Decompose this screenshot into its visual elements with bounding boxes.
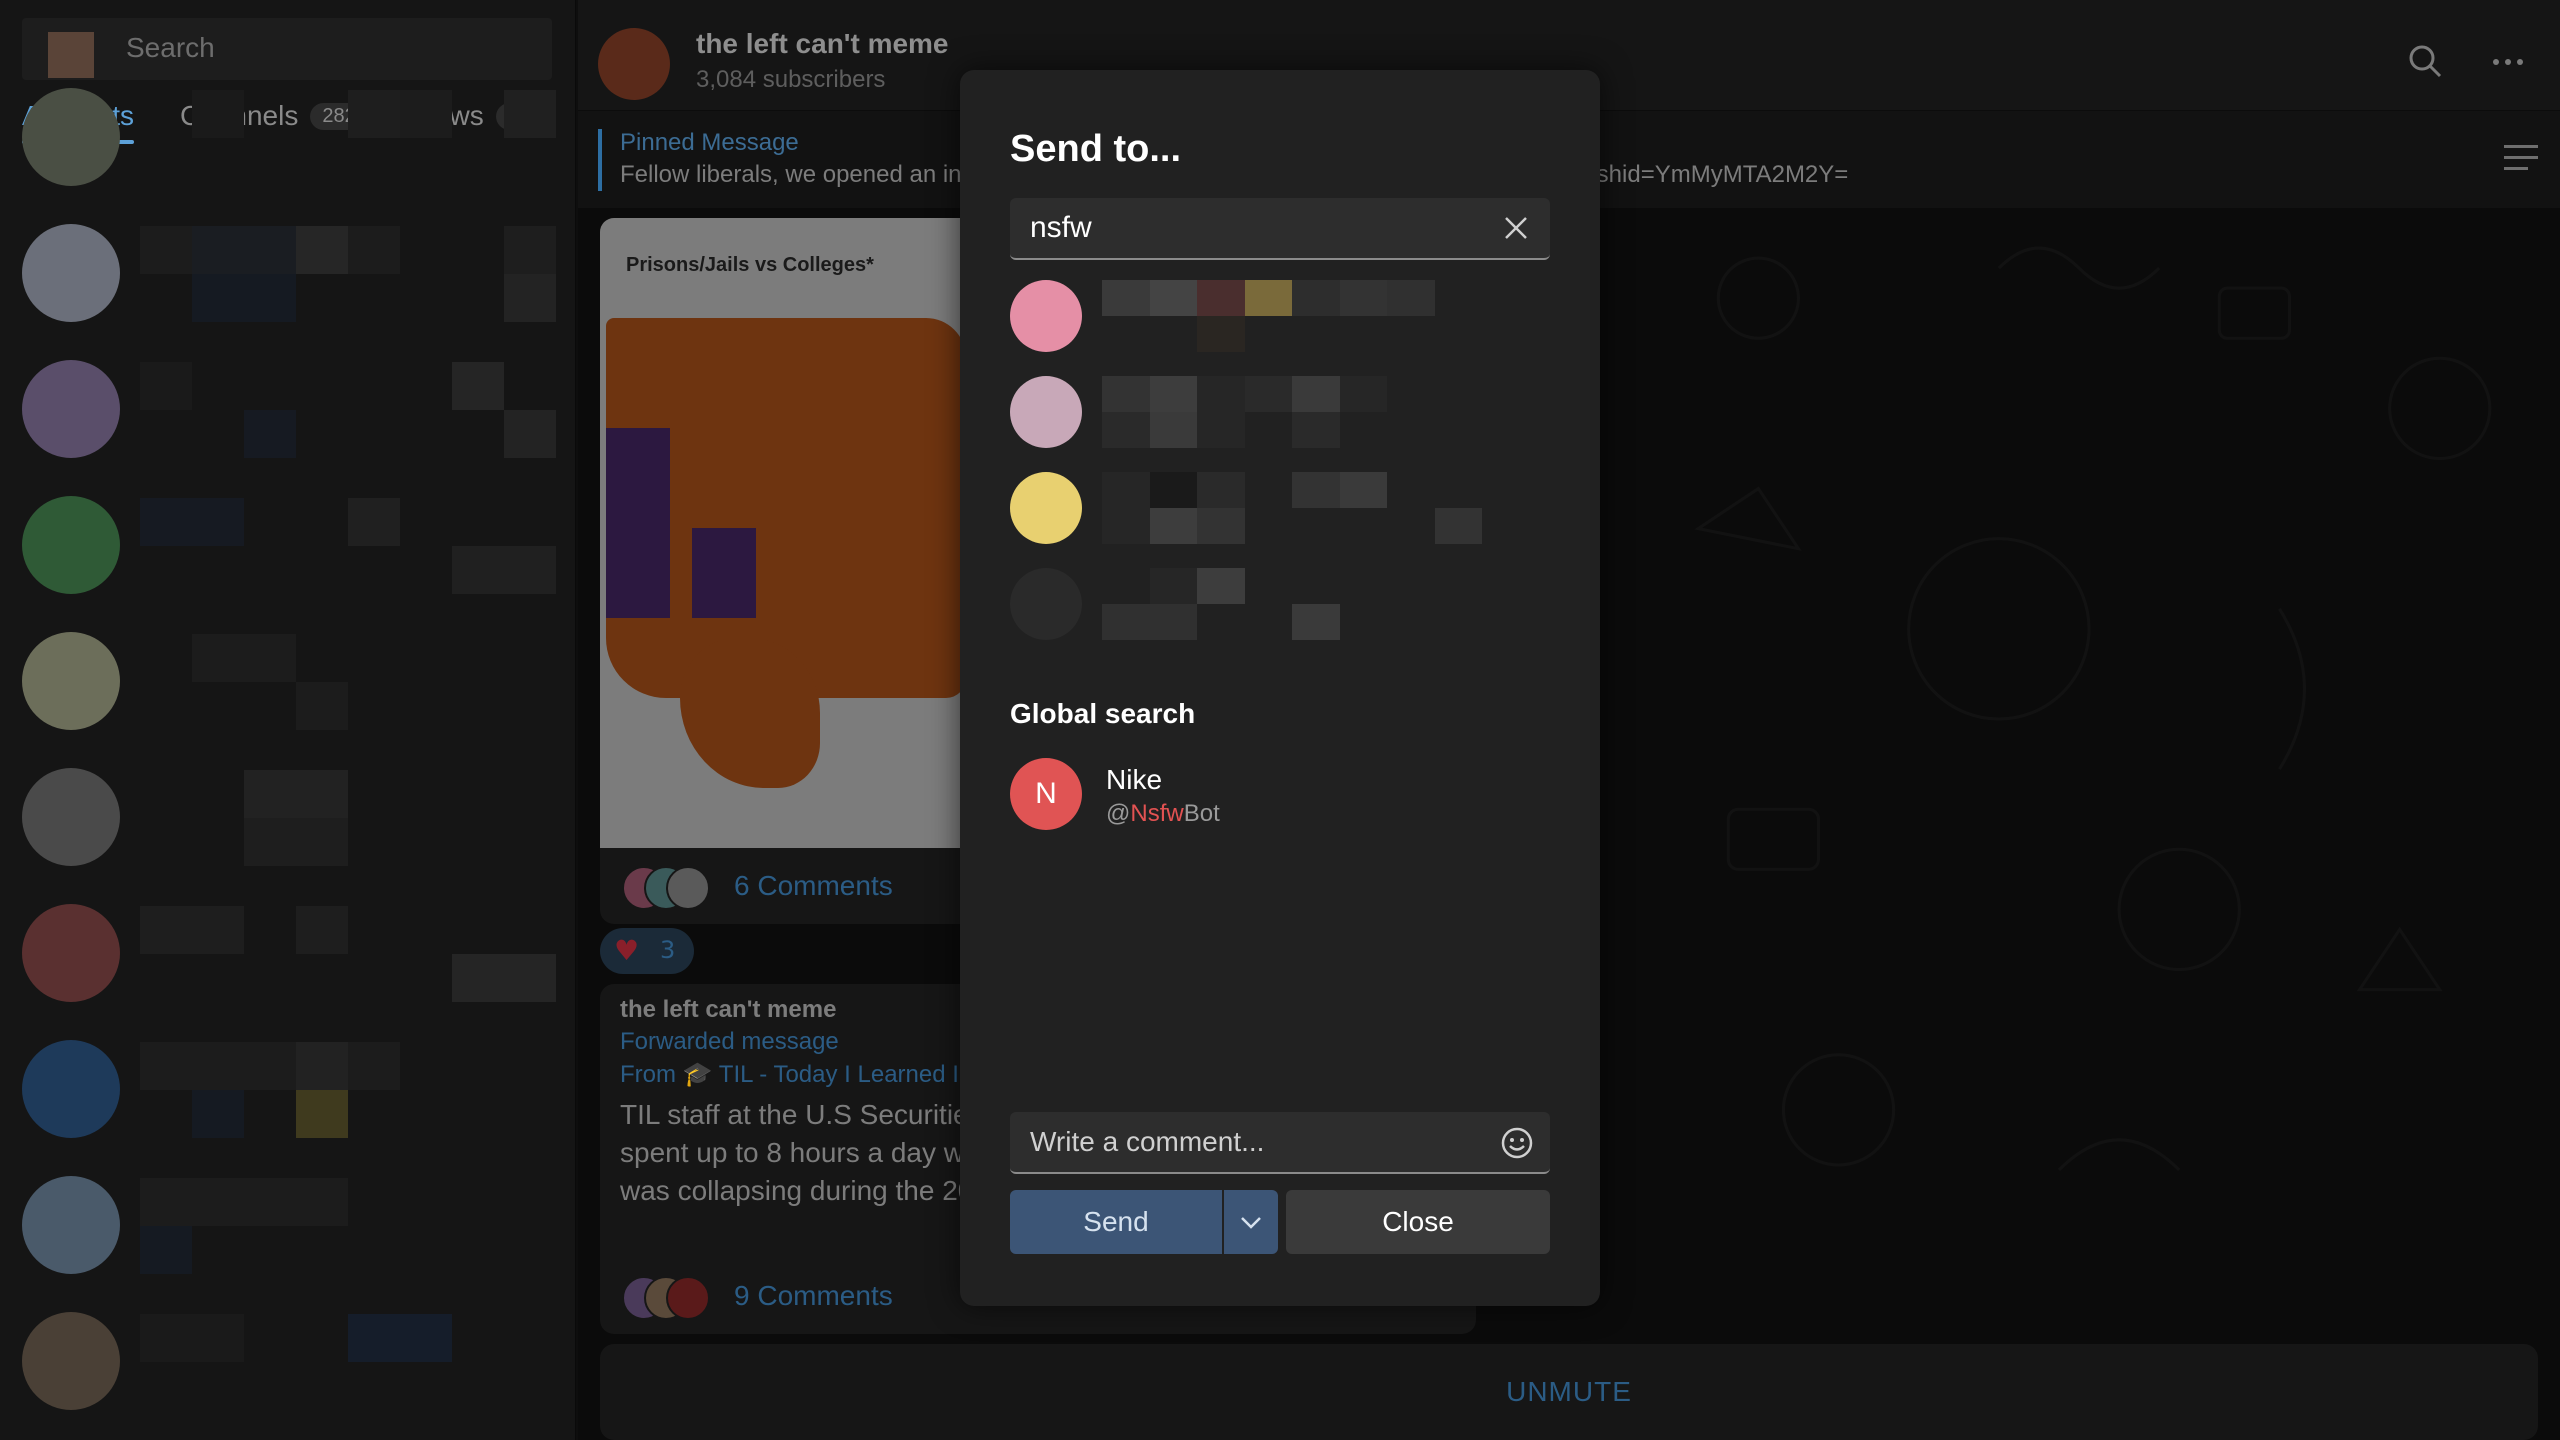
close-button[interactable]: Close [1286,1190,1550,1254]
search-result-item[interactable] [1010,280,1510,376]
reaction-chip[interactable]: ♥ 3 [600,928,694,974]
username-prefix: @ [1106,800,1131,827]
chat-list-item[interactable] [0,206,576,342]
comments-count: 6 Comments [734,870,893,901]
redacted-preview [140,90,556,186]
send-button[interactable]: Send [1010,1190,1222,1254]
redacted-preview [140,1178,556,1274]
map-shape-az [692,528,756,618]
pinned-text-overflow: igshid=YmMyMTA2M2Y= [1578,161,1849,188]
more-options-icon[interactable] [2488,42,2528,82]
result-name: Nike [1106,764,1163,795]
unmute-button[interactable]: UNMUTE [600,1344,2538,1440]
send-to-dialog: Send to... Global search N Nike @NsfwBot [960,70,1600,1306]
emoji-icon[interactable] [1500,1126,1534,1160]
pinned-text: Fellow liberals, we opened an ins [620,161,974,188]
subscriber-count: 3,084 subscribers [696,66,886,93]
redacted-preview [140,634,556,730]
close-icon[interactable] [1502,214,1530,242]
result-avatar [1010,472,1082,544]
redacted-name [1102,472,1482,544]
chat-avatar [22,904,120,1002]
pinned-indicator [598,129,602,191]
chat-list-item[interactable] [0,342,576,478]
comments-count: 9 Comments [734,1280,893,1311]
dialog-title: Send to... [1010,128,1181,170]
comment-box [1010,1112,1550,1174]
pinned-title: Pinned Message [620,129,799,156]
forwarded-from[interactable]: From 🎓 TIL - Today I Learned I [620,1060,959,1089]
chat-avatar [22,1312,120,1410]
username-match: Nsfw [1130,800,1184,827]
heart-icon: ♥ [614,934,640,967]
redacted-preview [140,362,556,458]
commenter-avatars [622,1276,712,1320]
search-result-item[interactable] [1010,568,1510,664]
redacted-name [1102,280,1482,352]
redacted-preview [140,226,556,322]
redacted-preview [140,1314,556,1410]
chevron-down-icon [1241,1217,1261,1229]
forwarded-label: Forwarded message [620,1028,839,1055]
comment-input[interactable] [1030,1122,1470,1162]
redacted-preview [140,906,556,1002]
chat-avatar [22,632,120,730]
global-search-heading: Global search [1010,698,1196,729]
chat-avatar [22,88,120,186]
pinned-list-icon[interactable] [2504,145,2538,175]
recipient-search [1010,198,1550,260]
chat-list [0,88,576,1430]
chat-avatar [22,1176,120,1274]
chat-avatar [22,1040,120,1138]
chat-list-item[interactable] [0,70,576,206]
chat-list-item[interactable] [0,478,576,614]
recipient-search-input[interactable] [1030,208,1470,248]
telegram-window: Search All Chats Channels 282 News 56 [0,0,2560,1440]
redacted-preview [140,498,556,594]
result-avatar [1010,568,1082,640]
result-avatar-initial: N [1010,758,1082,830]
send-options-button[interactable] [1224,1190,1278,1254]
channel-name[interactable]: the left can't meme [696,28,949,60]
post-author: the left can't meme [620,996,837,1023]
search-icon[interactable] [2406,42,2446,82]
chat-sidebar: Search All Chats Channels 282 News 56 [0,0,576,1440]
sidebar-search-placeholder: Search [126,32,215,63]
result-username: @NsfwBot [1106,800,1220,828]
chat-list-item[interactable] [0,750,576,886]
global-search-result[interactable]: N Nike @NsfwBot [1010,758,1410,834]
chat-list-item[interactable] [0,1294,576,1430]
chat-avatar [22,360,120,458]
reaction-count: 3 [660,936,676,964]
result-avatar [1010,280,1082,352]
result-avatar [1010,376,1082,448]
unmute-label: UNMUTE [1506,1376,1632,1407]
map-shape-ak [680,638,820,788]
chat-avatar [22,768,120,866]
redacted-preview [140,1042,556,1138]
chat-avatar [22,224,120,322]
map-shape-ca [606,428,670,618]
redacted-name [1102,376,1482,448]
chat-background-pattern [1694,246,2492,1172]
map-title: Prisons/Jails vs Colleges* [626,254,874,276]
chat-list-item[interactable] [0,614,576,750]
search-result-item[interactable] [1010,472,1510,568]
chat-avatar [22,496,120,594]
redacted-name [1102,568,1482,640]
search-result-item[interactable] [1010,376,1510,472]
commenter-avatars [622,866,712,910]
chat-list-item[interactable] [0,886,576,1022]
username-suffix: Bot [1183,800,1220,827]
chat-list-item[interactable] [0,1022,576,1158]
chat-list-item[interactable] [0,1158,576,1294]
redacted-preview [140,770,556,866]
channel-avatar[interactable] [598,28,670,100]
